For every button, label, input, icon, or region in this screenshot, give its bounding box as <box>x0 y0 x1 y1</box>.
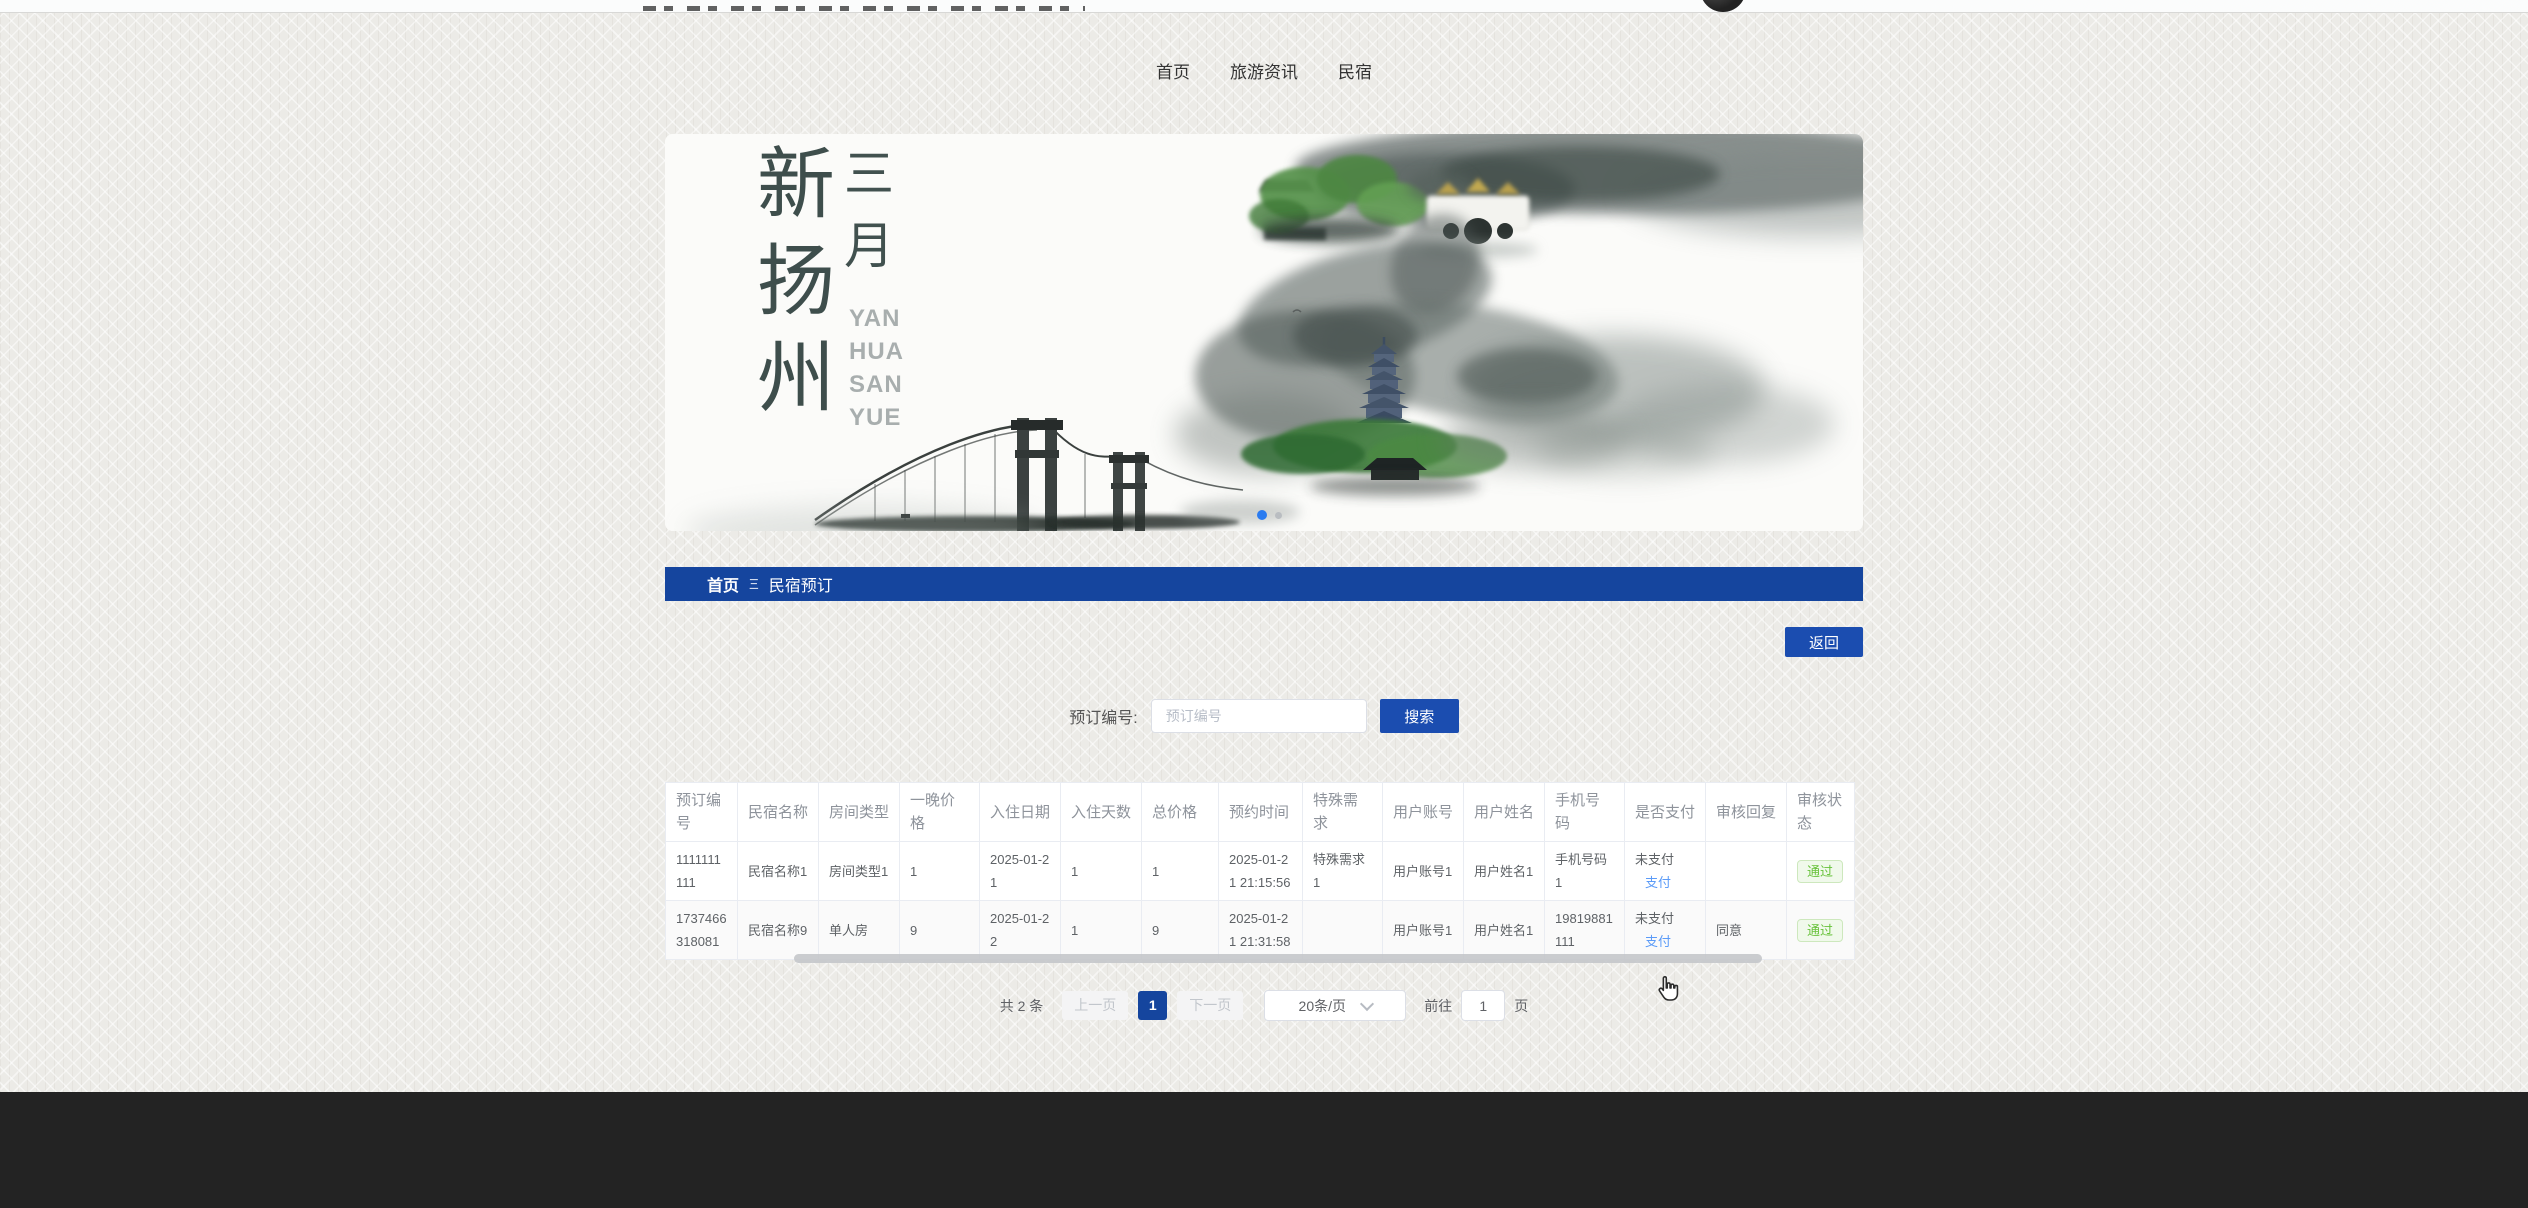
cell-homestay-name: 民宿名称9 <box>738 901 819 960</box>
cell-stay-days: 1 <box>1061 901 1142 960</box>
prev-page-button[interactable]: 上一页 <box>1062 991 1128 1020</box>
cell-checkin-date: 2025-01-22 <box>980 901 1061 960</box>
clipped-title-text <box>643 6 1085 11</box>
banner-latin-caption: YAN HUA SAN YUE <box>849 302 904 434</box>
cell-night-price: 9 <box>900 901 980 960</box>
clipped-browser-strip <box>0 0 2528 13</box>
page-footer <box>0 1092 2528 1208</box>
search-input[interactable] <box>1151 699 1367 733</box>
column-header: 用户账号 <box>1383 783 1464 842</box>
back-button[interactable]: 返回 <box>1785 627 1863 657</box>
banner-latin-line: YUE <box>849 401 904 434</box>
carousel-dots <box>1257 510 1282 520</box>
column-header: 用户姓名 <box>1464 783 1545 842</box>
approved-badge: 通过 <box>1797 919 1843 942</box>
toolbar: 返回 <box>665 627 1863 657</box>
bookings-table: 预订编号 民宿名称 房间类型 一晚价格 入住日期 入住天数 总价格 预约时间 特… <box>665 782 1855 960</box>
column-header: 入住天数 <box>1061 783 1142 842</box>
pay-status-text: 未支付 <box>1635 848 1695 871</box>
breadcrumb-home-link[interactable]: 首页 <box>707 572 739 596</box>
search-bar: 预订编号: 搜索 <box>665 699 1863 733</box>
page-size-select[interactable]: 20条/页 <box>1264 990 1406 1021</box>
cell-user-name: 用户姓名1 <box>1464 901 1545 960</box>
cell-reserve-time: 2025-01-21 21:31:58 <box>1219 901 1303 960</box>
column-header: 是否支付 <box>1625 783 1706 842</box>
top-nav: 首页 旅游资讯 民宿 <box>0 13 2528 80</box>
breadcrumb: 首页 Ξ 民宿预订 <box>665 567 1863 601</box>
cell-audit-reply: 同意 <box>1706 901 1787 960</box>
column-header: 民宿名称 <box>738 783 819 842</box>
goto-page: 前往 页 <box>1424 990 1528 1021</box>
cell-night-price: 1 <box>900 842 980 901</box>
banner-title-vertical: 新扬州 <box>757 136 845 427</box>
pagination-total: 共 2 条 <box>1000 996 1044 1016</box>
column-header: 入住日期 <box>980 783 1061 842</box>
page-size-value: 20条/页 <box>1299 996 1346 1016</box>
banner-latin-line: SAN <box>849 368 904 401</box>
cell-total-price: 1 <box>1142 842 1219 901</box>
column-header: 审核状态 <box>1787 783 1855 842</box>
banner-latin-line: YAN <box>849 302 904 335</box>
pay-status-text: 未支付 <box>1635 907 1695 930</box>
nav-item-home[interactable]: 首页 <box>1156 58 1190 80</box>
cell-total-price: 9 <box>1142 901 1219 960</box>
goto-page-input[interactable] <box>1461 990 1505 1021</box>
cell-special-need: 特殊需求1 <box>1303 842 1383 901</box>
approved-badge: 通过 <box>1797 860 1843 883</box>
cell-phone: 19819881111 <box>1545 901 1625 960</box>
cell-user-account: 用户账号1 <box>1383 842 1464 901</box>
cell-booking-no: 1737466318081 <box>666 901 738 960</box>
search-label: 预订编号: <box>1069 704 1137 728</box>
column-header: 预约时间 <box>1219 783 1303 842</box>
cell-phone: 手机号码1 <box>1545 842 1625 901</box>
goto-label: 前往 <box>1424 996 1452 1016</box>
banner-latin-line: HUA <box>849 335 904 368</box>
bookings-table-wrap: 预订编号 民宿名称 房间类型 一晚价格 入住日期 入住天数 总价格 预约时间 特… <box>665 782 1854 960</box>
goto-unit: 页 <box>1514 996 1528 1016</box>
cell-special-need <box>1303 901 1383 960</box>
carousel-dot-active[interactable] <box>1257 510 1267 520</box>
table-row: 1111111111 民宿名称1 房间类型1 1 2025-01-21 1 1 … <box>666 842 1855 901</box>
column-header: 一晚价格 <box>900 783 980 842</box>
banner-carousel[interactable]: 新扬州 三月 YAN HUA SAN YUE <box>665 134 1863 531</box>
nav-item-travel-news[interactable]: 旅游资讯 <box>1230 58 1298 80</box>
pay-link[interactable]: 支付 <box>1635 930 1695 953</box>
horizontal-scrollbar-thumb[interactable] <box>794 954 1762 963</box>
cell-checkin-date: 2025-01-21 <box>980 842 1061 901</box>
cell-room-type: 房间类型1 <box>819 842 900 901</box>
cell-reserve-time: 2025-01-21 21:15:56 <box>1219 842 1303 901</box>
pay-link[interactable]: 支付 <box>1635 871 1695 894</box>
breadcrumb-separator-icon: Ξ <box>749 576 759 593</box>
next-page-button[interactable]: 下一页 <box>1177 991 1243 1020</box>
column-header: 手机号码 <box>1545 783 1625 842</box>
column-header: 总价格 <box>1142 783 1219 842</box>
table-header-row: 预订编号 民宿名称 房间类型 一晚价格 入住日期 入住天数 总价格 预约时间 特… <box>666 783 1855 842</box>
user-avatar[interactable] <box>1700 0 1746 12</box>
table-row: 1737466318081 民宿名称9 单人房 9 2025-01-22 1 9… <box>666 901 1855 960</box>
cell-homestay-name: 民宿名称1 <box>738 842 819 901</box>
cell-stay-days: 1 <box>1061 842 1142 901</box>
column-header: 预订编号 <box>666 783 738 842</box>
page: 首页 旅游资讯 民宿 <box>0 0 2528 1208</box>
cell-audit-status: 通过 <box>1787 842 1855 901</box>
cell-audit-reply <box>1706 842 1787 901</box>
carousel-dot[interactable] <box>1275 512 1282 519</box>
cell-booking-no: 1111111111 <box>666 842 738 901</box>
cell-pay: 未支付 支付 <box>1625 842 1706 901</box>
pagination: 共 2 条 上一页 1 下一页 20条/页 前往 页 <box>665 990 1863 1021</box>
cell-user-account: 用户账号1 <box>1383 901 1464 960</box>
banner-subtitle-vertical: 三月 <box>844 138 900 282</box>
column-header: 房间类型 <box>819 783 900 842</box>
page-number-active[interactable]: 1 <box>1138 991 1167 1020</box>
nav-item-homestay[interactable]: 民宿 <box>1338 58 1372 80</box>
cell-room-type: 单人房 <box>819 901 900 960</box>
cell-audit-status: 通过 <box>1787 901 1855 960</box>
breadcrumb-current: 民宿预订 <box>769 572 833 596</box>
search-button[interactable]: 搜索 <box>1380 699 1459 733</box>
cell-pay: 未支付 支付 <box>1625 901 1706 960</box>
chevron-down-icon <box>1360 996 1374 1010</box>
column-header: 特殊需求 <box>1303 783 1383 842</box>
column-header: 审核回复 <box>1706 783 1787 842</box>
cell-user-name: 用户姓名1 <box>1464 842 1545 901</box>
